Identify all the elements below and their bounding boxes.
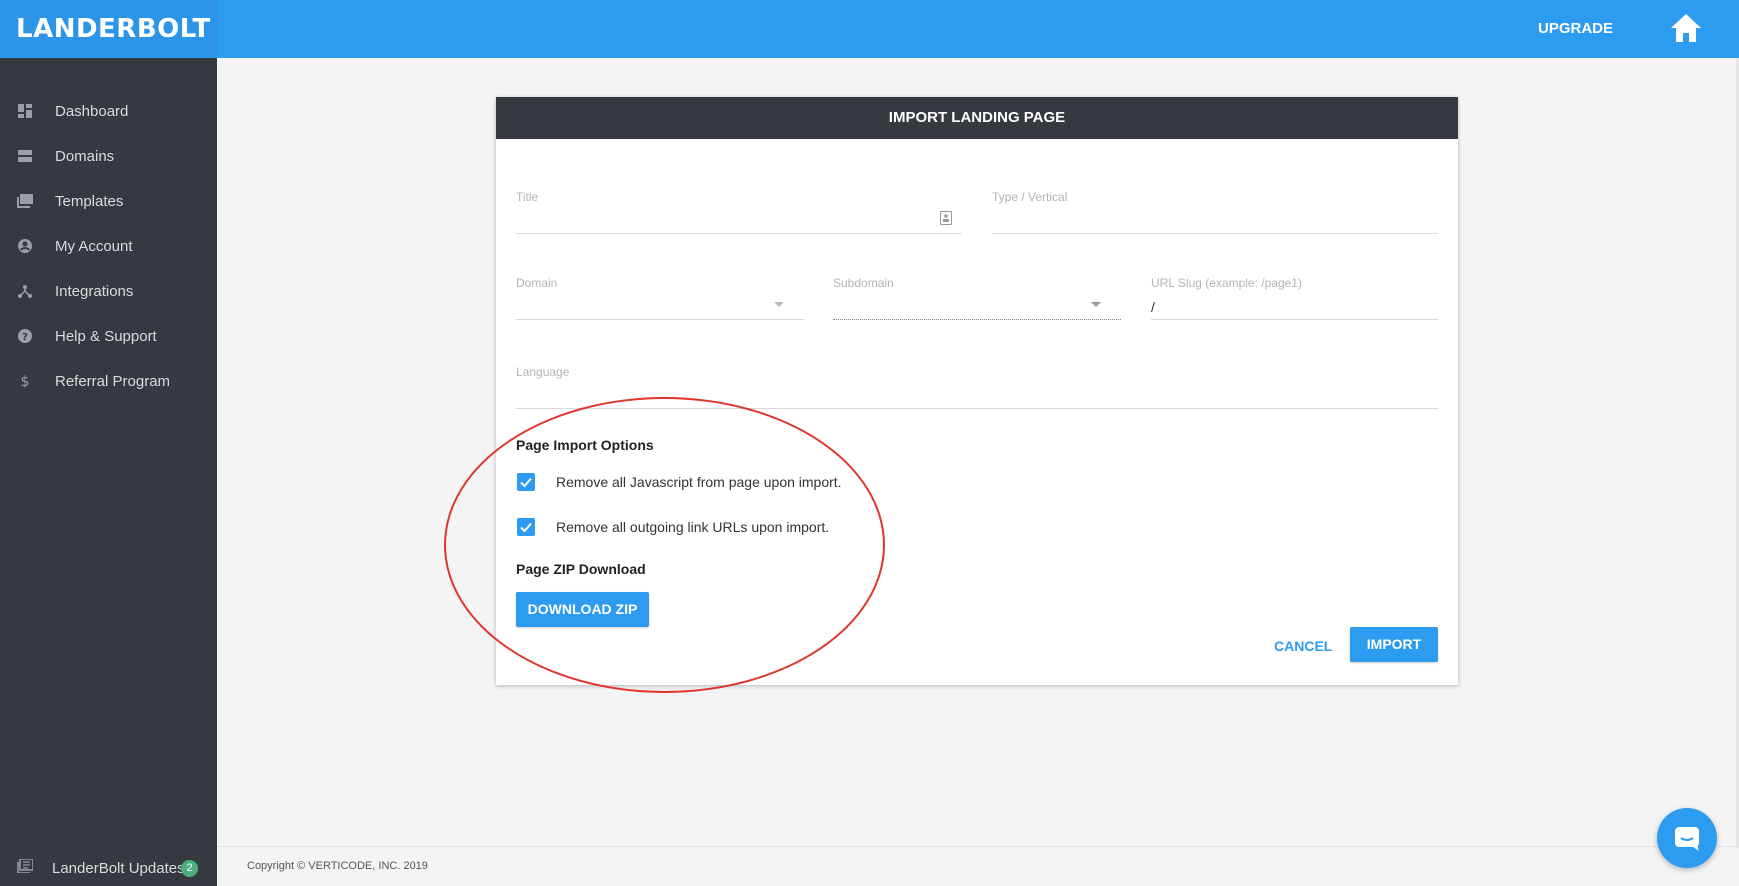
cancel-button[interactable]: CANCEL	[1274, 638, 1332, 654]
chevron-down-icon	[1091, 302, 1101, 307]
import-options-heading: Page Import Options	[516, 437, 654, 453]
sidebar-item-domains[interactable]: Domains	[0, 136, 217, 176]
logo: LANDERBOLT	[16, 14, 211, 44]
subdomain-select[interactable]: Subdomain	[833, 276, 1121, 320]
svg-text:?: ?	[22, 332, 28, 343]
subdomain-label: Subdomain	[833, 276, 894, 290]
home-icon[interactable]	[1669, 12, 1703, 44]
title-label: Title	[516, 190, 539, 204]
url-slug-value: /	[1151, 299, 1155, 315]
domain-underline	[516, 319, 804, 320]
sidebar-item-integrations[interactable]: Integrations	[0, 271, 217, 311]
sidebar-item-templates[interactable]: Templates	[0, 181, 217, 221]
url-slug-field[interactable]: URL Slug (example: /page1) /	[1151, 276, 1438, 320]
updates-label: LanderBolt Updates	[52, 859, 185, 877]
copyright-prefix: Copyright ©	[247, 860, 309, 872]
language-underline	[516, 408, 1438, 409]
sidebar-item-label: Dashboard	[55, 102, 129, 120]
type-vertical-label: Type / Vertical	[992, 190, 1068, 204]
checkbox-checked-icon[interactable]	[517, 518, 535, 536]
language-label: Language	[516, 365, 570, 379]
copyright-company: VERTICODE, INC.	[308, 860, 401, 872]
checkbox-checked-icon[interactable]	[517, 473, 535, 491]
svg-text:$: $	[21, 374, 30, 389]
sidebar-item-label: Help & Support	[55, 327, 157, 345]
domain-label: Domain	[516, 276, 558, 290]
remove-links-option[interactable]: Remove all outgoing link URLs upon impor…	[516, 515, 846, 539]
title-field[interactable]: Title	[516, 190, 962, 234]
sidebar-item-my-account[interactable]: My Account	[0, 226, 217, 266]
dashboard-icon	[17, 103, 33, 119]
copyright: Copyright © VERTICODE, INC. 2019	[247, 860, 428, 872]
title-underline	[516, 233, 962, 234]
remove-javascript-option[interactable]: Remove all Javascript from page upon imp…	[516, 470, 846, 494]
sidebar-item-label: Referral Program	[55, 372, 171, 390]
sidebar-item-help-support[interactable]: ? Help & Support	[0, 316, 217, 356]
domains-icon	[17, 148, 33, 164]
contact-card-icon	[940, 211, 952, 230]
sidebar-item-referral-program[interactable]: $ Referral Program	[0, 361, 217, 401]
import-button[interactable]: IMPORT	[1350, 627, 1438, 662]
language-field[interactable]: Language	[516, 365, 1438, 409]
zip-download-heading: Page ZIP Download	[516, 561, 646, 577]
type-underline	[992, 233, 1438, 234]
remove-links-label: Remove all outgoing link URLs upon impor…	[556, 519, 830, 535]
sidebar-item-dashboard[interactable]: Dashboard	[0, 91, 217, 131]
sidebar-item-label: My Account	[55, 237, 133, 255]
updates-badge: 2	[181, 859, 198, 877]
remove-javascript-label: Remove all Javascript from page upon imp…	[556, 474, 842, 490]
type-vertical-field[interactable]: Type / Vertical	[992, 190, 1438, 234]
domain-select[interactable]: Domain	[516, 276, 804, 320]
import-dialog: IMPORT LANDING PAGE Title Type / Vertica…	[496, 97, 1458, 685]
sidebar-item-label: Templates	[55, 192, 124, 210]
logo-area[interactable]: LANDERBOLT	[0, 0, 217, 58]
subdomain-underline	[833, 319, 1121, 320]
chat-icon[interactable]	[1657, 808, 1717, 868]
updates-icon	[17, 857, 34, 878]
sidebar: Dashboard Domains Templates My Account I…	[0, 58, 217, 886]
templates-icon	[17, 193, 33, 209]
upgrade-link[interactable]: UPGRADE	[1538, 0, 1613, 58]
url-slug-underline	[1151, 319, 1438, 320]
integrations-icon	[17, 283, 33, 299]
help-icon: ?	[17, 328, 33, 344]
dialog-title: IMPORT LANDING PAGE	[496, 97, 1458, 139]
account-icon	[17, 238, 33, 254]
sidebar-item-label: Domains	[55, 147, 115, 165]
url-slug-label: URL Slug (example: /page1)	[1151, 276, 1302, 290]
chevron-down-icon	[774, 302, 784, 307]
download-zip-button[interactable]: DOWNLOAD ZIP	[516, 592, 649, 627]
top-bar: LANDERBOLT UPGRADE	[0, 0, 1739, 58]
sidebar-updates[interactable]: LanderBolt Updates 2	[0, 848, 217, 886]
copyright-year: 2019	[400, 860, 428, 872]
footer-divider	[217, 846, 1739, 847]
sidebar-item-label: Integrations	[55, 282, 134, 300]
dollar-icon: $	[17, 373, 33, 389]
